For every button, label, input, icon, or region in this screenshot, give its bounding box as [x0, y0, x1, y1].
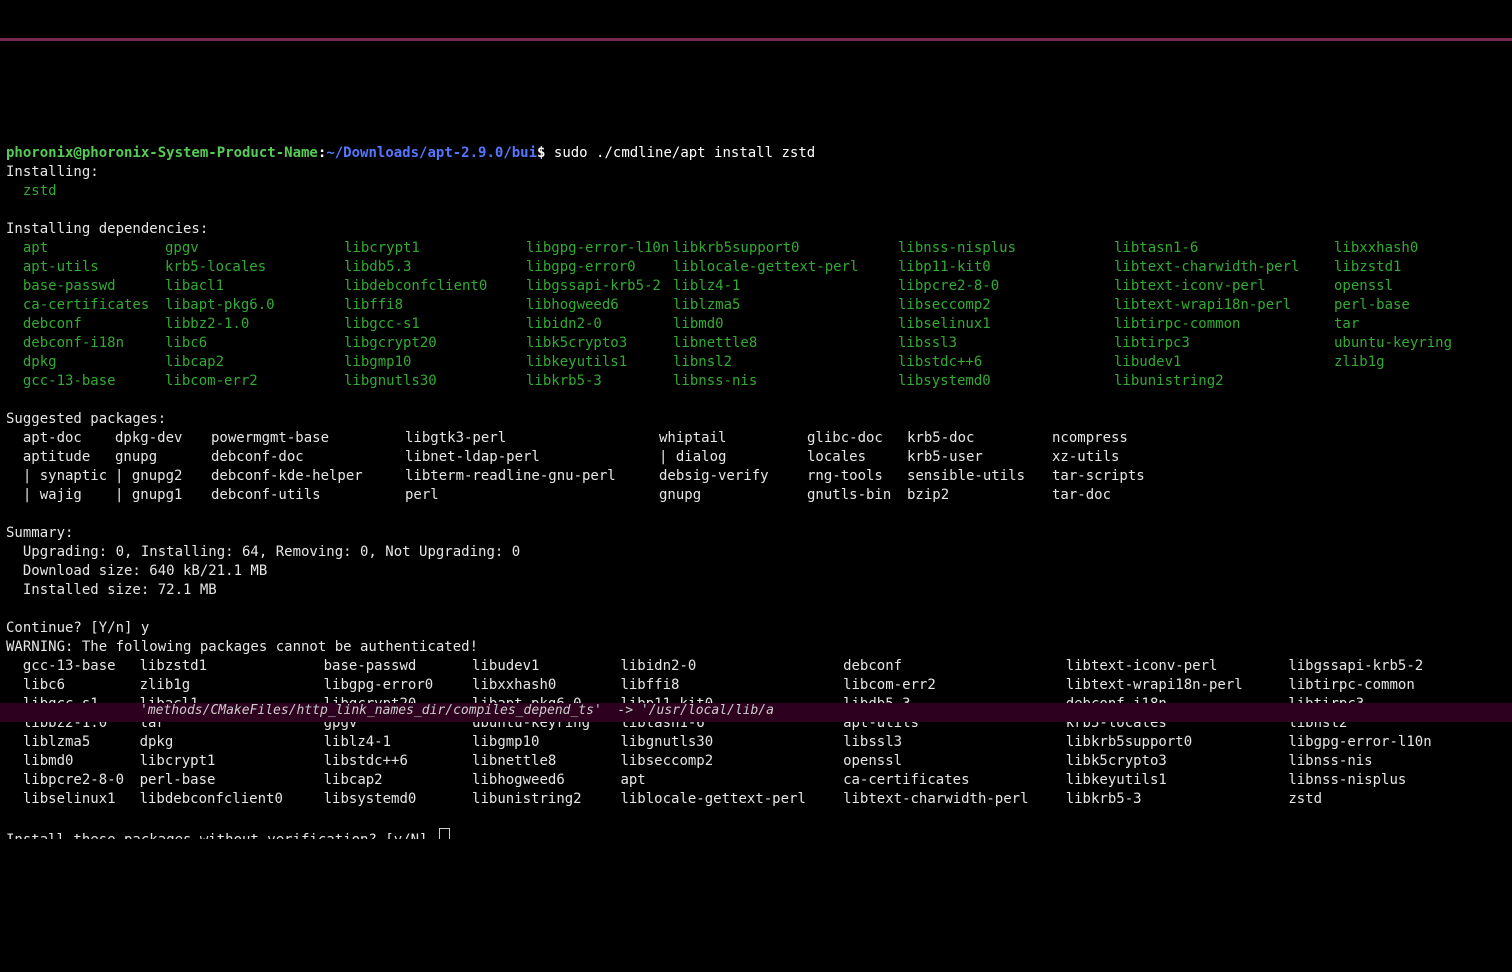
- warn-row-col: libudev1 libxxhash0 libapt-pkg6.0 ubuntu…: [472, 657, 620, 809]
- sugg-row-col: whiptail | dialog debsig-verify gnupg: [659, 429, 807, 505]
- deps-row-col: libtasn1-6 libtext-charwidth-perl libtex…: [1114, 239, 1334, 391]
- deps-row-col: libnss-nisplus libp11-kit0 libpcre2-8-0 …: [898, 239, 1114, 391]
- warn-row-col: libgssapi-krb5-2 libtirpc-common libtirp…: [1288, 657, 1506, 809]
- summary-line2: Download size: 640 kB/21.1 MB: [23, 563, 267, 579]
- deps-header: Installing dependencies:: [6, 221, 208, 237]
- cursor: [439, 828, 450, 839]
- prompt-sep2: $: [537, 145, 554, 161]
- sugg-row-col: dpkg-dev gnupg | gnupg2 | gnupg1: [115, 429, 211, 505]
- sugg-row-col: ncompress xz-utils tar-scripts tar-doc: [1052, 429, 1252, 505]
- terminal[interactable]: phoronix@phoronix-System-Product-Name:~/…: [0, 117, 1512, 839]
- deps-row-col: libgpg-error-l10n libgpg-error0 libgssap…: [526, 239, 673, 391]
- deps-row-col: libxxhash0 libzstd1 openssl perl-base ta…: [1334, 239, 1452, 391]
- deps-row-col: apt apt-utils base-passwd ca-certificate…: [6, 239, 165, 391]
- summary-line1: Upgrading: 0, Installing: 64, Removing: …: [23, 544, 520, 560]
- warning-line: WARNING: The following packages cannot b…: [6, 639, 478, 655]
- suggested-table: apt-doc aptitude | synaptic | wajigdpkg-…: [6, 429, 1506, 505]
- verify-prompt[interactable]: Install these packages without verificat…: [6, 832, 436, 839]
- command-line[interactable]: sudo ./cmdline/apt install zstd: [554, 145, 815, 161]
- warn-row-col: gcc-13-base libc6 libgcc-s1 libbz2-1.0 l…: [6, 657, 140, 809]
- prompt-user-host: phoronix@phoronix-System-Product-Name: [6, 145, 318, 161]
- installing-header: Installing:: [6, 164, 99, 180]
- sugg-row-col: glibc-doc locales rng-tools gnutls-bin: [807, 429, 907, 505]
- sugg-row-col: powermgmt-base debconf-doc debconf-kde-h…: [211, 429, 405, 505]
- warn-row-col: libtext-iconv-perl libtext-wrapi18n-perl…: [1066, 657, 1289, 809]
- installing-package: zstd: [23, 183, 57, 199]
- deps-table: apt apt-utils base-passwd ca-certificate…: [6, 239, 1506, 391]
- warn-row-col: libzstd1 zlib1g libacl1 tar dpkg libcryp…: [140, 657, 324, 809]
- summary-line3: Installed size: 72.1 MB: [23, 582, 217, 598]
- warning-table: gcc-13-base libc6 libgcc-s1 libbz2-1.0 l…: [6, 657, 1506, 809]
- warn-row-col: base-passwd libgpg-error0 libgcrypt20 gp…: [324, 657, 472, 809]
- footer-snippet: 'methods/CMakeFiles/http_link_names_dir/…: [0, 703, 1512, 722]
- suggested-header: Suggested packages:: [6, 410, 1506, 429]
- prompt-path: ~/Downloads/apt-2.9.0/bui: [326, 145, 537, 161]
- deps-row-col: gpgv krb5-locales libacl1 libapt-pkg6.0 …: [165, 239, 344, 391]
- continue-prompt[interactable]: Continue? [Y/n] y: [6, 620, 149, 636]
- window-top-border: [0, 38, 1512, 41]
- summary-header: Summary:: [6, 525, 73, 541]
- warn-row-col: debconf libcom-err2 libdb5.3 apt-utils l…: [843, 657, 1066, 809]
- sugg-row-col: krb5-doc krb5-user sensible-utils bzip2: [907, 429, 1052, 505]
- sugg-row-col: libgtk3-perl libnet-ldap-perl libterm-re…: [405, 429, 659, 505]
- sugg-row-col: apt-doc aptitude | synaptic | wajig: [6, 429, 115, 505]
- warn-row-col: libidn2-0 libffi8 libp11-kit0 libtasn1-6…: [620, 657, 843, 809]
- deps-row-col: libkrb5support0 liblocale-gettext-perl l…: [673, 239, 898, 391]
- deps-row-col: libcrypt1 libdb5.3 libdebconfclient0 lib…: [344, 239, 526, 391]
